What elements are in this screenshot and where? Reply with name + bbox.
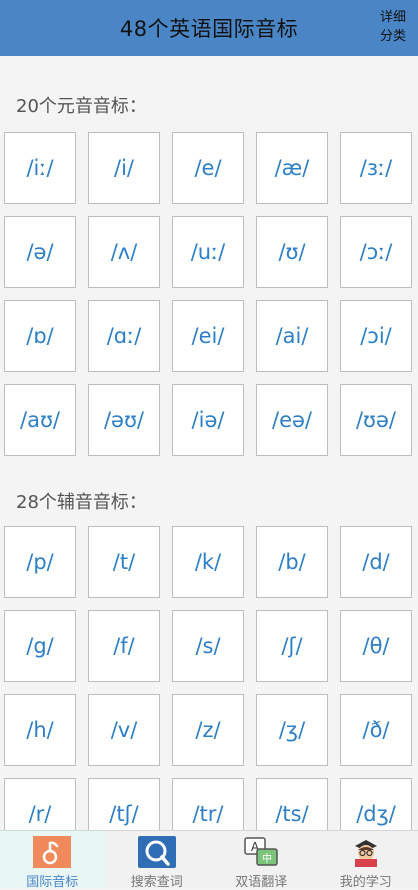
consonants-section-title: 28个辅音音标： (16, 488, 147, 514)
phonetic-cell[interactable]: /ɑː/ (88, 300, 160, 372)
svg-text:中: 中 (262, 852, 272, 865)
phonetic-cell[interactable]: /ai/ (256, 300, 328, 372)
vowels-grid: /iː/ /i/ /e/ /æ/ /ɜː/ /ə/ /ʌ/ /uː/ /ʊ/ /… (4, 132, 414, 456)
phonetic-cell[interactable]: /uː/ (172, 216, 244, 288)
phonetic-cell[interactable]: /k/ (172, 526, 244, 598)
tab-my-study[interactable]: 我的学习 (314, 831, 418, 888)
tab-label: 我的学习 (340, 871, 392, 890)
tab-label: 双语翻译 (235, 871, 287, 890)
phonetic-cell[interactable]: /v/ (88, 694, 160, 766)
translate-icon: A 中 (242, 836, 280, 868)
phonetic-cell[interactable]: /ʊə/ (340, 384, 412, 456)
phonetic-cell[interactable]: /d/ (340, 526, 412, 598)
phonetic-cell[interactable]: /æ/ (256, 132, 328, 204)
phonetic-cell[interactable]: /ʊ/ (256, 216, 328, 288)
phonetic-cell[interactable]: /dʒ/ (340, 778, 412, 830)
header-bar: 48个英语国际音标 详细 分类 (0, 0, 418, 56)
music-note-icon (33, 836, 71, 868)
detail-button-line1: 详细 (380, 8, 406, 27)
phonetic-cell[interactable]: /iː/ (4, 132, 76, 204)
tab-phonetics[interactable]: 国际音标 (0, 831, 105, 888)
student-icon (347, 836, 385, 868)
phonetic-cell[interactable]: /f/ (88, 610, 160, 682)
bottom-tab-bar: 国际音标 搜索查词 A 中 双语翻译 (0, 830, 418, 888)
phonetic-cell[interactable]: /e/ (172, 132, 244, 204)
detail-button-line2: 分类 (380, 27, 406, 46)
phonetic-cell[interactable]: /əʊ/ (88, 384, 160, 456)
tab-label: 搜索查词 (131, 871, 183, 890)
phonetic-cell[interactable]: /z/ (172, 694, 244, 766)
phonetic-cell[interactable]: /b/ (256, 526, 328, 598)
phonetic-cell[interactable]: /aʊ/ (4, 384, 76, 456)
search-icon (138, 836, 176, 868)
phonetic-cell[interactable]: /h/ (4, 694, 76, 766)
phonetic-cell[interactable]: /p/ (4, 526, 76, 598)
scroll-content[interactable]: 20个元音音标： /iː/ /i/ /e/ /æ/ /ɜː/ /ə/ /ʌ/ /… (0, 56, 418, 830)
phonetic-cell[interactable]: /ɜː/ (340, 132, 412, 204)
consonants-grid: /p/ /t/ /k/ /b/ /d/ /g/ /f/ /s/ /ʃ/ /θ/ … (4, 526, 414, 830)
phonetic-cell[interactable]: /i/ (88, 132, 160, 204)
tab-label: 国际音标 (26, 871, 78, 890)
vowels-section-title: 20个元音音标： (16, 92, 147, 118)
phonetic-cell[interactable]: /θ/ (340, 610, 412, 682)
phonetic-cell[interactable]: /iə/ (172, 384, 244, 456)
phonetic-cell[interactable]: /tr/ (172, 778, 244, 830)
tab-search[interactable]: 搜索查词 (105, 831, 210, 888)
phonetic-cell[interactable]: /g/ (4, 610, 76, 682)
phonetic-cell[interactable]: /r/ (4, 778, 76, 830)
phonetic-cell[interactable]: /ʌ/ (88, 216, 160, 288)
phonetic-cell[interactable]: /ʒ/ (256, 694, 328, 766)
detail-category-button[interactable]: 详细 分类 (380, 8, 406, 46)
phonetic-cell[interactable]: /tʃ/ (88, 778, 160, 830)
phonetic-cell[interactable]: /s/ (172, 610, 244, 682)
phonetic-cell[interactable]: /ɔː/ (340, 216, 412, 288)
phonetic-cell[interactable]: /ʃ/ (256, 610, 328, 682)
phonetic-cell[interactable]: /ð/ (340, 694, 412, 766)
phonetic-cell[interactable]: /ei/ (172, 300, 244, 372)
phonetic-cell[interactable]: /ɔi/ (340, 300, 412, 372)
page-title: 48个英语国际音标 (120, 13, 298, 43)
phonetic-cell[interactable]: /ɒ/ (4, 300, 76, 372)
tab-translate[interactable]: A 中 双语翻译 (209, 831, 314, 888)
phonetic-cell[interactable]: /ə/ (4, 216, 76, 288)
phonetic-cell[interactable]: /t/ (88, 526, 160, 598)
phonetic-cell[interactable]: /ts/ (256, 778, 328, 830)
phonetic-cell[interactable]: /eə/ (256, 384, 328, 456)
